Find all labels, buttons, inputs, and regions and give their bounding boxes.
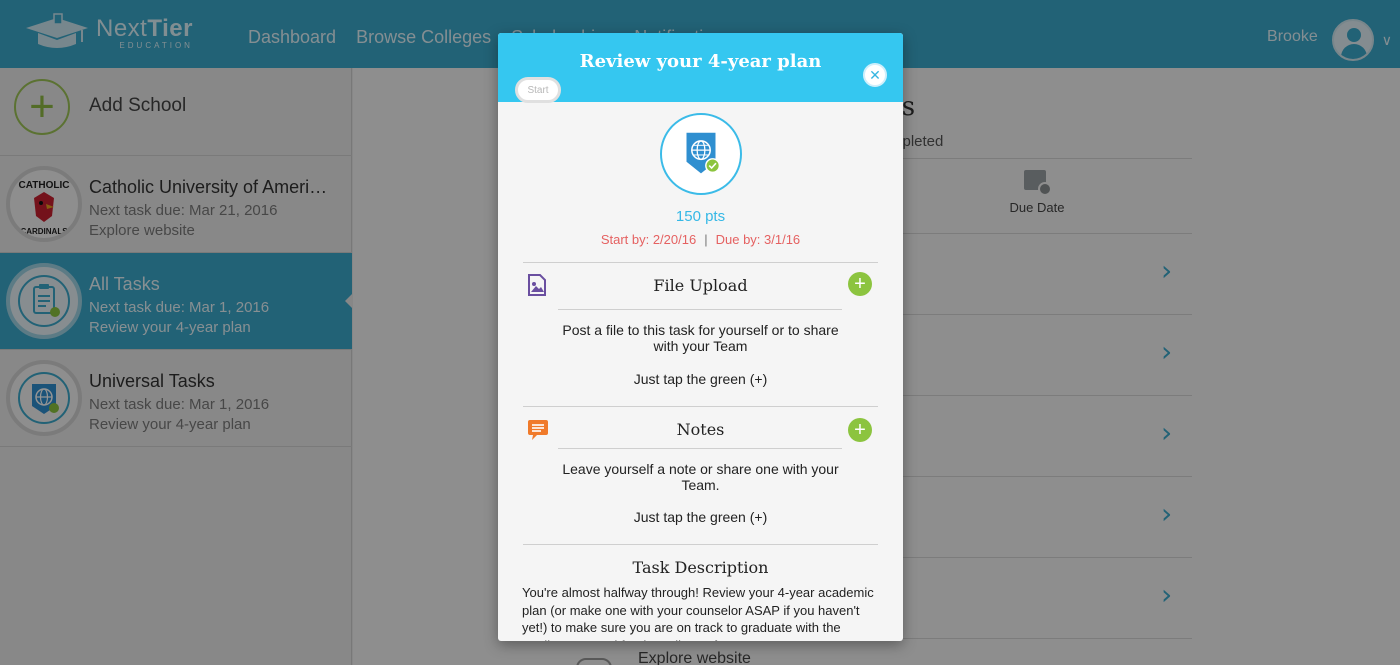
section-inner-divider — [558, 309, 842, 310]
task-description-text: You're almost halfway through! Review yo… — [522, 585, 874, 641]
notes-text: Leave yourself a note or share one with … — [562, 461, 839, 493]
task-points: 150 pts — [675, 208, 726, 225]
globe-shield-icon — [660, 113, 742, 195]
task-dates: Start by: 2/20/16 | Due by: 3/1/16 — [498, 232, 903, 247]
due-by-date: Due by: 3/1/16 — [715, 232, 801, 247]
close-icon[interactable]: ✕ — [863, 63, 887, 87]
notes-hint: Just tap the green (+) — [633, 509, 768, 525]
date-separator: | — [704, 232, 708, 247]
section-divider — [523, 406, 878, 407]
section-divider — [523, 262, 878, 263]
add-file-button[interactable]: + — [848, 272, 872, 296]
notes-title: Notes — [676, 420, 725, 439]
modal-header: Review your 4-year plan ✕ Start — [498, 33, 903, 103]
start-by-date: Start by: 2/20/16 — [600, 232, 697, 247]
modal-title: Review your 4-year plan — [579, 51, 822, 72]
file-upload-title: File Upload — [653, 276, 748, 295]
section-inner-divider — [558, 448, 842, 449]
start-button[interactable]: Start — [515, 77, 561, 103]
add-note-button[interactable]: + — [848, 418, 872, 442]
task-description-title: Task Description — [632, 558, 769, 577]
file-upload-text: Post a file to this task for yourself or… — [562, 322, 839, 354]
task-detail-modal: Review your 4-year plan ✕ Start 150 pts … — [498, 33, 903, 641]
file-upload-hint: Just tap the green (+) — [633, 371, 768, 387]
section-divider — [523, 544, 878, 545]
